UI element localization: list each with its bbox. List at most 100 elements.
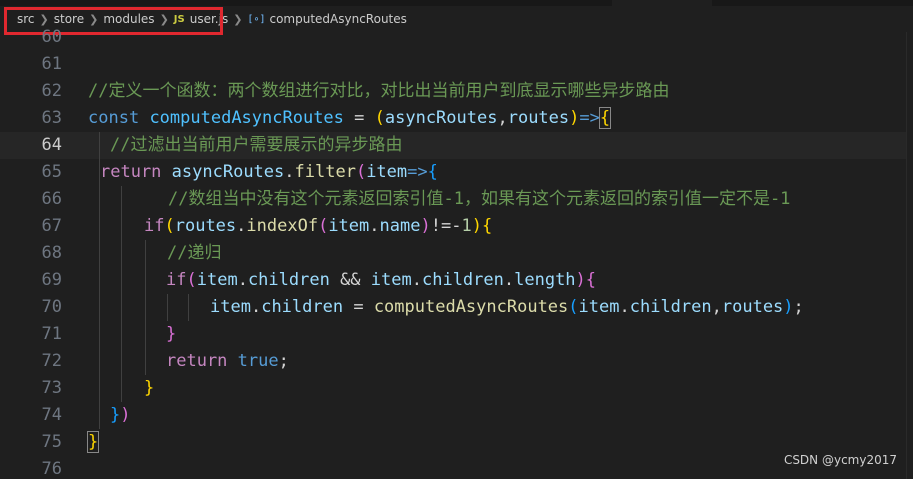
bracket: ) [471, 216, 482, 236]
line-number: 71 [41, 324, 62, 344]
operator: !=- [430, 216, 462, 236]
code-line-66[interactable]: //数组当中没有这个元素返回索引值-1，如果有这个元素返回的索引值一定不是-1 [168, 186, 790, 213]
line-number: 62 [41, 81, 62, 101]
code-line-62[interactable]: //定义一个函数：两个数组进行对比，对比出当前用户到底显示哪些异步路由 [88, 78, 669, 105]
bracket: ) [120, 405, 131, 425]
line-number: 66 [41, 189, 62, 209]
dot: . [503, 270, 515, 290]
chevron-right-icon: ❯ [233, 12, 243, 26]
semicolon: ; [278, 351, 289, 371]
bracket: } [144, 378, 155, 398]
code-line-65[interactable]: return asyncRoutes.filter(item=>{ [100, 159, 438, 186]
breadcrumb-item-symbol[interactable]: computedAsyncRoutes [269, 12, 406, 26]
minimap-edge [906, 32, 913, 479]
bracket: ) [575, 270, 586, 290]
dot: . [619, 297, 630, 317]
property: children [629, 297, 712, 317]
line-number: 76 [41, 459, 62, 479]
line-number: 67 [41, 216, 62, 236]
line-number: 63 [41, 108, 62, 128]
identifier: item [578, 297, 620, 317]
breadcrumb-item-modules[interactable]: modules [103, 12, 154, 26]
semicolon: ; [793, 297, 804, 317]
line-number: 65 [41, 162, 62, 182]
code-line-64[interactable]: //过滤出当前用户需要展示的异步路由 [110, 132, 402, 159]
keyword-if: if [166, 270, 187, 290]
watermark: CSDN @ycmy2017 [783, 453, 897, 467]
line-number-current: 64 [41, 135, 62, 155]
identifier: routes [721, 297, 784, 317]
operator: = [343, 108, 375, 128]
identifier: item [210, 297, 251, 317]
dot: . [236, 216, 247, 236]
bracket: { [427, 162, 438, 182]
indent-guide [188, 294, 189, 321]
code-line-68[interactable]: //递归 [167, 240, 221, 267]
bracket: { [481, 216, 493, 236]
property: children [421, 270, 504, 290]
keyword-if: if [144, 216, 165, 236]
line-number: 73 [41, 378, 62, 398]
bracket: ( [374, 108, 385, 128]
operator: = [343, 297, 374, 317]
code-line-71[interactable]: } [166, 321, 176, 348]
code-line-72[interactable]: return true; [166, 348, 289, 375]
arrow: => [407, 162, 428, 182]
bracket: } [110, 405, 121, 425]
bracket: ( [568, 297, 579, 317]
property: children [261, 297, 344, 317]
function-call: computedAsyncRoutes [373, 297, 569, 317]
chevron-right-icon: ❯ [159, 12, 169, 26]
dot: . [284, 162, 295, 182]
dot: . [411, 270, 422, 290]
code-line-69[interactable]: if(item.children && item.children.length… [166, 267, 596, 294]
comment: //定义一个函数：两个数组进行对比，对比出当前用户到底显示哪些异步路由 [88, 81, 670, 101]
code-line-63[interactable]: const computedAsyncRoutes = (asyncRoutes… [88, 105, 612, 132]
bracket: ( [355, 162, 367, 182]
operator: && [329, 270, 371, 290]
code-line-74[interactable]: }) [110, 402, 131, 429]
line-number: 61 [41, 54, 62, 74]
keyword-return: return [100, 162, 162, 182]
breadcrumb-item-file[interactable]: user.js [190, 12, 228, 26]
comment: //递归 [167, 243, 222, 263]
keyword-return: return [166, 351, 228, 371]
code-line-67[interactable]: if(routes.indexOf(item.name)!=-1){ [144, 213, 492, 240]
method: filter [294, 162, 356, 182]
code-line-70[interactable]: item.children = computedAsyncRoutes(item… [210, 294, 804, 321]
keyword-true: true [237, 351, 279, 371]
comma: , [497, 108, 508, 128]
code-line-73[interactable]: } [144, 375, 154, 402]
keyword-const: const [88, 108, 140, 128]
bracket: ) [783, 297, 794, 317]
chevron-right-icon: ❯ [89, 12, 99, 26]
param: asyncRoutes [384, 108, 498, 128]
bracket: ) [569, 108, 580, 128]
dot: . [369, 216, 380, 236]
indent-guide [121, 186, 122, 402]
comment: //数组当中没有这个元素返回索引值-1，如果有这个元素返回的索引值一定不是-1 [168, 189, 791, 209]
bracket: } [166, 324, 177, 344]
bracket: { [585, 270, 597, 290]
indent-guide [167, 294, 168, 321]
identifier: item [328, 216, 370, 236]
bracket: ( [186, 270, 197, 290]
comment: //过滤出当前用户需要展示的异步路由 [110, 135, 403, 155]
method: indexOf [246, 216, 319, 236]
number: 1 [461, 216, 472, 236]
line-number: 70 [41, 297, 62, 317]
bracket: { [598, 107, 612, 129]
identifier: asyncRoutes [171, 162, 285, 182]
line-number: 72 [41, 351, 62, 371]
line-number: 60 [41, 27, 62, 47]
param: item [366, 162, 408, 182]
dot: . [237, 270, 248, 290]
variable-symbol-icon: [∘] [247, 13, 266, 25]
bracket: } [86, 431, 100, 453]
indent-guide [145, 240, 146, 375]
line-number: 74 [41, 405, 62, 425]
identifier: item [196, 270, 238, 290]
param: routes [507, 108, 570, 128]
identifier: routes [174, 216, 237, 236]
code-line-75[interactable]: } [86, 429, 100, 456]
